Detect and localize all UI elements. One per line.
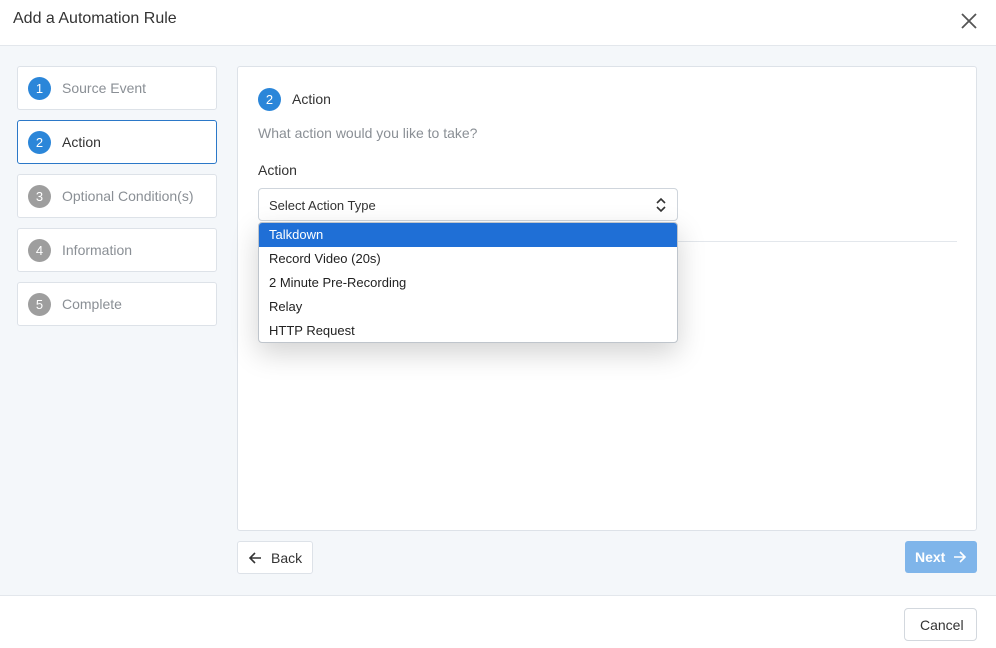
next-button-label: Next [915, 549, 946, 565]
dialog-body: 1 Source Event 2 Action 3 Optional Condi… [0, 46, 996, 596]
arrow-right-icon [954, 551, 967, 563]
action-type-select[interactable]: Select Action Type [258, 188, 678, 221]
cancel-button-label: Cancel [920, 617, 964, 633]
dropdown-option-http-request[interactable]: HTTP Request [259, 319, 677, 342]
step-source-event[interactable]: 1 Source Event [17, 66, 217, 110]
step-label: Complete [62, 296, 122, 312]
panel-step-number: 2 [258, 88, 281, 111]
panel-subtitle: What action would you like to take? [258, 125, 478, 141]
step-label: Source Event [62, 80, 147, 96]
step-label: Action [62, 134, 101, 150]
step-number: 3 [28, 185, 51, 208]
step-number: 5 [28, 293, 51, 316]
dropdown-option-relay[interactable]: Relay [259, 295, 677, 319]
step-label: Information [62, 242, 133, 258]
back-button-label: Back [271, 550, 303, 566]
step-information[interactable]: 4 Information [17, 228, 217, 272]
step-number: 1 [28, 77, 51, 100]
panel-step-title: Action [292, 91, 331, 107]
step-complete[interactable]: 5 Complete [17, 282, 217, 326]
step-optional-conditions[interactable]: 3 Optional Condition(s) [17, 174, 217, 218]
action-type-select-value: Select Action Type [269, 198, 376, 213]
cancel-button[interactable]: Cancel [904, 608, 977, 641]
dropdown-option-record-video[interactable]: Record Video (20s) [259, 247, 677, 271]
chevron-updown-icon [656, 197, 666, 213]
back-button[interactable]: Back [237, 541, 313, 574]
arrow-left-icon [248, 552, 261, 564]
step-number: 2 [28, 131, 51, 154]
dropdown-option-pre-recording[interactable]: 2 Minute Pre-Recording [259, 271, 677, 295]
dialog-title: Add a Automation Rule [13, 10, 177, 27]
close-icon[interactable] [958, 10, 980, 32]
dropdown-option-talkdown[interactable]: Talkdown [259, 223, 677, 247]
next-button[interactable]: Next [905, 541, 977, 573]
action-panel: 2 Action What action would you like to t… [237, 66, 977, 531]
action-field-label: Action [258, 162, 297, 178]
action-type-dropdown: Talkdown Record Video (20s) 2 Minute Pre… [258, 222, 678, 343]
step-label: Optional Condition(s) [62, 188, 194, 204]
step-number: 4 [28, 239, 51, 262]
step-action[interactable]: 2 Action [17, 120, 217, 164]
dialog-header: Add a Automation Rule [0, 0, 996, 46]
